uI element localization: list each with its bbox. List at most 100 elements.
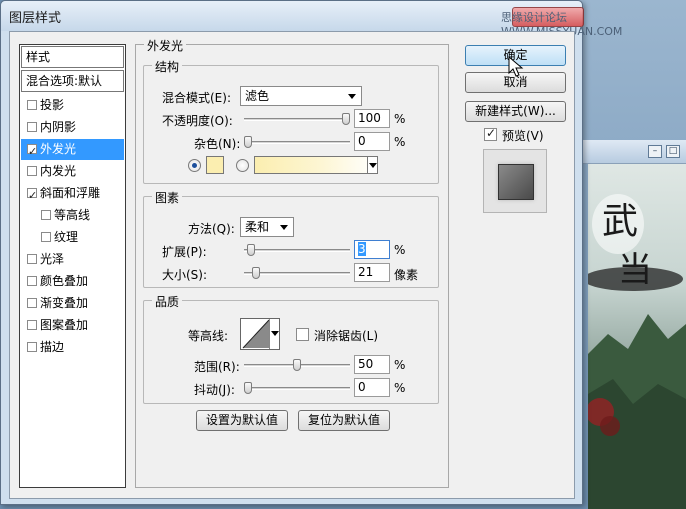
- chevron-down-icon: [271, 331, 279, 336]
- contour-dropdown-arrow[interactable]: [269, 319, 279, 349]
- style-list-header[interactable]: 样式: [21, 46, 124, 68]
- jitter-label: 抖动(J):: [194, 383, 235, 397]
- jitter-input[interactable]: 0: [354, 378, 390, 397]
- reset-default-button[interactable]: 复位为默认值: [298, 410, 390, 431]
- gradient-dropdown-arrow[interactable]: [367, 157, 377, 173]
- chevron-down-icon: [348, 94, 356, 99]
- new-style-button[interactable]: 新建样式(W)...: [465, 101, 566, 122]
- style-item[interactable]: 投影: [21, 95, 124, 116]
- style-item-label: 颜色叠加: [40, 274, 89, 288]
- style-preview: [483, 149, 547, 213]
- style-item-checkbox[interactable]: [27, 166, 37, 176]
- style-item[interactable]: 外发光: [21, 139, 124, 162]
- style-item-label: 渐变叠加: [40, 296, 89, 310]
- style-item[interactable]: 纹理: [21, 227, 124, 248]
- minimize-button[interactable]: –: [648, 145, 662, 158]
- size-slider[interactable]: [244, 267, 350, 279]
- technique-value: 柔和: [245, 220, 270, 234]
- style-item[interactable]: 描边: [21, 337, 124, 358]
- opacity-input[interactable]: 100: [354, 109, 390, 128]
- style-item[interactable]: 图案叠加: [21, 315, 124, 336]
- style-item-checkbox[interactable]: [27, 100, 37, 110]
- style-item-checkbox[interactable]: [27, 122, 37, 132]
- style-item[interactable]: 渐变叠加: [21, 293, 124, 314]
- structure-title: 结构: [152, 58, 183, 75]
- noise-input[interactable]: 0: [354, 132, 390, 151]
- style-item-label: 等高线: [54, 208, 91, 222]
- style-item-checkbox[interactable]: [27, 320, 37, 330]
- anti-alias-label: 消除锯齿(L): [314, 329, 379, 343]
- jitter-slider[interactable]: [244, 382, 350, 394]
- size-label: 大小(S):: [162, 268, 208, 282]
- style-item-label: 图案叠加: [40, 318, 89, 332]
- quality-group: 品质 等高线: 消除锯齿(L) 范围(R): 50 % 抖动(J): 0 %: [143, 293, 439, 404]
- blend-mode-label: 混合模式(E):: [162, 91, 231, 105]
- range-slider[interactable]: [244, 359, 350, 371]
- gradient-swatch[interactable]: [254, 156, 378, 174]
- color-radio[interactable]: [188, 159, 201, 172]
- style-item-label: 内发光: [40, 164, 77, 178]
- style-item[interactable]: 等高线: [21, 205, 124, 226]
- size-slider-thumb[interactable]: [252, 267, 260, 279]
- contour-picker[interactable]: [240, 318, 280, 350]
- spread-input[interactable]: 3: [354, 240, 390, 259]
- jitter-slider-thumb[interactable]: [244, 382, 252, 394]
- quality-title: 品质: [152, 293, 183, 310]
- style-item[interactable]: 内发光: [21, 161, 124, 182]
- gradient-radio[interactable]: [236, 159, 249, 172]
- blend-mode-select[interactable]: 滤色: [240, 86, 362, 106]
- contour-label: 等高线:: [188, 329, 229, 343]
- outer-glow-title: 外发光: [144, 37, 187, 54]
- style-item-checkbox[interactable]: [27, 185, 37, 206]
- range-input[interactable]: 50: [354, 355, 390, 374]
- spread-slider[interactable]: [244, 244, 350, 256]
- style-item-checkbox[interactable]: [27, 342, 37, 352]
- artwork-canvas: 武 当: [588, 164, 686, 509]
- style-item-label: 内阴影: [40, 120, 77, 134]
- preview-checkbox[interactable]: [484, 126, 497, 141]
- elements-group: 图素 方法(Q): 柔和 扩展(P): 3 % 大小(S): 21 像素: [143, 189, 439, 288]
- set-default-button[interactable]: 设置为默认值: [196, 410, 288, 431]
- opacity-label: 不透明度(O):: [162, 114, 233, 128]
- dialog-titlebar[interactable]: 图层样式 思缘设计论坛 WWW.MISSYUAN.COM: [1, 1, 622, 38]
- structure-group: 结构 混合模式(E): 滤色 不透明度(O): 100 % 杂色(N): 0 %: [143, 58, 439, 184]
- artwork-glyph-wu: 武: [602, 201, 639, 242]
- style-item[interactable]: 内阴影: [21, 117, 124, 138]
- style-item-checkbox[interactable]: [41, 232, 51, 242]
- spread-unit: %: [394, 243, 406, 257]
- noise-unit: %: [394, 135, 406, 149]
- opacity-slider[interactable]: [244, 113, 350, 125]
- style-item-label: 纹理: [54, 230, 79, 244]
- anti-alias-checkbox[interactable]: [296, 328, 309, 341]
- style-item[interactable]: 光泽: [21, 249, 124, 270]
- chevron-down-icon: [369, 163, 377, 168]
- range-label: 范围(R):: [194, 360, 240, 374]
- glow-color-swatch[interactable]: [206, 156, 224, 174]
- style-item-checkbox[interactable]: [41, 210, 51, 220]
- spread-value: 3: [358, 242, 366, 256]
- blend-options-item[interactable]: 混合选项:默认: [21, 70, 124, 92]
- noise-slider[interactable]: [244, 136, 350, 148]
- size-input[interactable]: 21: [354, 263, 390, 282]
- range-slider-thumb[interactable]: [293, 359, 301, 371]
- style-item-checkbox[interactable]: [27, 254, 37, 264]
- elements-title: 图素: [152, 189, 183, 206]
- contour-linear-icon: [242, 319, 270, 349]
- technique-label: 方法(Q):: [188, 222, 235, 236]
- style-item[interactable]: 斜面和浮雕: [21, 183, 124, 206]
- maximize-button[interactable]: □: [666, 145, 680, 158]
- style-item[interactable]: 颜色叠加: [21, 271, 124, 292]
- style-item-checkbox[interactable]: [27, 298, 37, 308]
- noise-slider-thumb[interactable]: [244, 136, 252, 148]
- style-item-checkbox[interactable]: [27, 141, 37, 162]
- style-item-label: 外发光: [40, 142, 77, 156]
- spread-slider-thumb[interactable]: [247, 244, 255, 256]
- artwork-glyph-dang: 当: [618, 250, 652, 290]
- dialog-title: 图层样式: [9, 11, 62, 26]
- blend-mode-value: 滤色: [245, 89, 270, 103]
- outer-glow-panel: 外发光 结构 混合模式(E): 滤色 不透明度(O): 100 % 杂色(N):: [135, 37, 449, 488]
- opacity-slider-thumb[interactable]: [342, 113, 350, 125]
- technique-select[interactable]: 柔和: [240, 217, 294, 237]
- spread-label: 扩展(P):: [162, 245, 207, 259]
- style-item-checkbox[interactable]: [27, 276, 37, 286]
